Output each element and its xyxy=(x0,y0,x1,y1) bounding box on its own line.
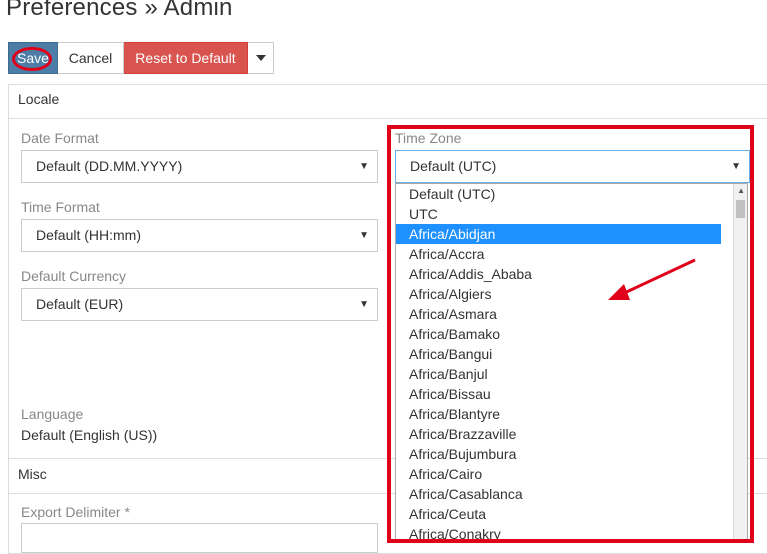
reset-to-default-button[interactable]: Reset to Default xyxy=(124,42,248,74)
cancel-button[interactable]: Cancel xyxy=(58,42,124,74)
chevron-down-icon: ▼ xyxy=(359,230,369,241)
page-title: Preferences » Admin xyxy=(6,0,233,21)
export-delimiter-label: Export Delimiter * xyxy=(21,504,130,520)
chevron-down-icon: ▼ xyxy=(359,299,369,310)
date-format-label: Date Format xyxy=(21,130,99,146)
save-button[interactable]: Save xyxy=(8,42,58,74)
export-delimiter-input[interactable] xyxy=(21,523,378,553)
time-zone-annotation-box xyxy=(387,125,754,543)
locale-section-heading: Locale xyxy=(18,91,60,107)
date-format-value: Default (DD.MM.YYYY) xyxy=(36,158,183,174)
default-currency-select[interactable]: Default (EUR) ▼ xyxy=(21,288,378,321)
toolbar: Save Cancel Reset to Default xyxy=(8,42,274,74)
caret-down-icon xyxy=(255,55,266,61)
time-format-value: Default (HH:mm) xyxy=(36,227,142,243)
more-options-button[interactable] xyxy=(248,42,274,74)
language-label: Language xyxy=(21,406,84,422)
default-currency-label: Default Currency xyxy=(21,268,127,284)
locale-divider xyxy=(9,118,767,119)
language-value: Default (English (US)) xyxy=(21,427,158,443)
date-format-select[interactable]: Default (DD.MM.YYYY) ▼ xyxy=(21,150,378,183)
chevron-down-icon: ▼ xyxy=(359,161,369,172)
save-annotation-circle xyxy=(12,47,52,71)
default-currency-value: Default (EUR) xyxy=(36,296,124,312)
time-format-select[interactable]: Default (HH:mm) ▼ xyxy=(21,219,378,252)
time-format-label: Time Format xyxy=(21,199,100,215)
annotation-arrow-icon xyxy=(608,258,696,300)
